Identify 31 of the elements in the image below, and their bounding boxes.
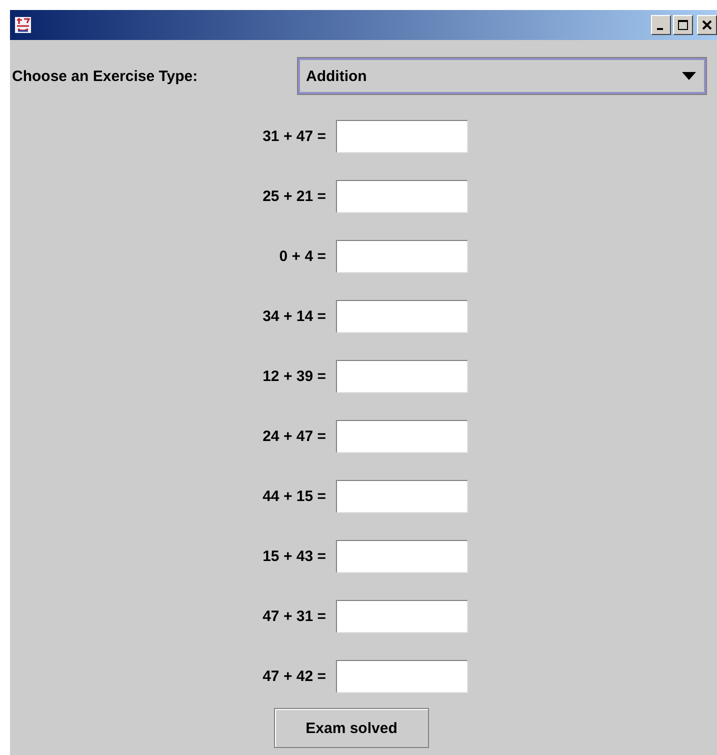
exercise-question: 0 + 4 = — [279, 248, 326, 265]
answer-field[interactable] — [336, 660, 468, 693]
close-button[interactable] — [697, 15, 717, 35]
answer-field[interactable] — [336, 420, 468, 453]
minimize-button[interactable] — [651, 15, 671, 35]
exercise-question: 12 + 39 = — [262, 368, 326, 385]
caret-icon — [682, 72, 696, 80]
answer-field[interactable] — [336, 240, 468, 273]
exercise-question: 47 + 31 = — [262, 608, 326, 625]
maximize-button[interactable] — [673, 15, 693, 35]
exam-solved-button[interactable]: Exam solved — [274, 708, 429, 748]
answer-field[interactable] — [336, 180, 468, 213]
exercise-question: 34 + 14 = — [262, 308, 326, 325]
exercise-type-label: Choose an Exercise Type: — [12, 68, 199, 84]
answer-field[interactable] — [336, 300, 468, 333]
answer-field[interactable] — [336, 540, 468, 573]
exercise-question: 31 + 47 = — [262, 128, 326, 145]
app-logo-icon — [14, 16, 32, 34]
answer-field[interactable] — [336, 600, 468, 633]
answer-field[interactable] — [336, 120, 468, 153]
exercise-question: 47 + 42 = — [262, 668, 326, 685]
exercise-question: 15 + 43 = — [262, 548, 326, 565]
close-icon — [702, 20, 712, 30]
exercise-question: 44 + 15 = — [262, 488, 326, 505]
answer-field[interactable] — [336, 480, 468, 513]
exercise-question: 24 + 47 = — [262, 428, 326, 445]
answer-field[interactable] — [336, 360, 468, 393]
minimize-icon — [657, 28, 663, 30]
exercise-question: 25 + 21 = — [262, 188, 326, 205]
maximize-icon — [678, 20, 688, 30]
exercise-type-dropdown[interactable]: Addition — [298, 58, 706, 94]
